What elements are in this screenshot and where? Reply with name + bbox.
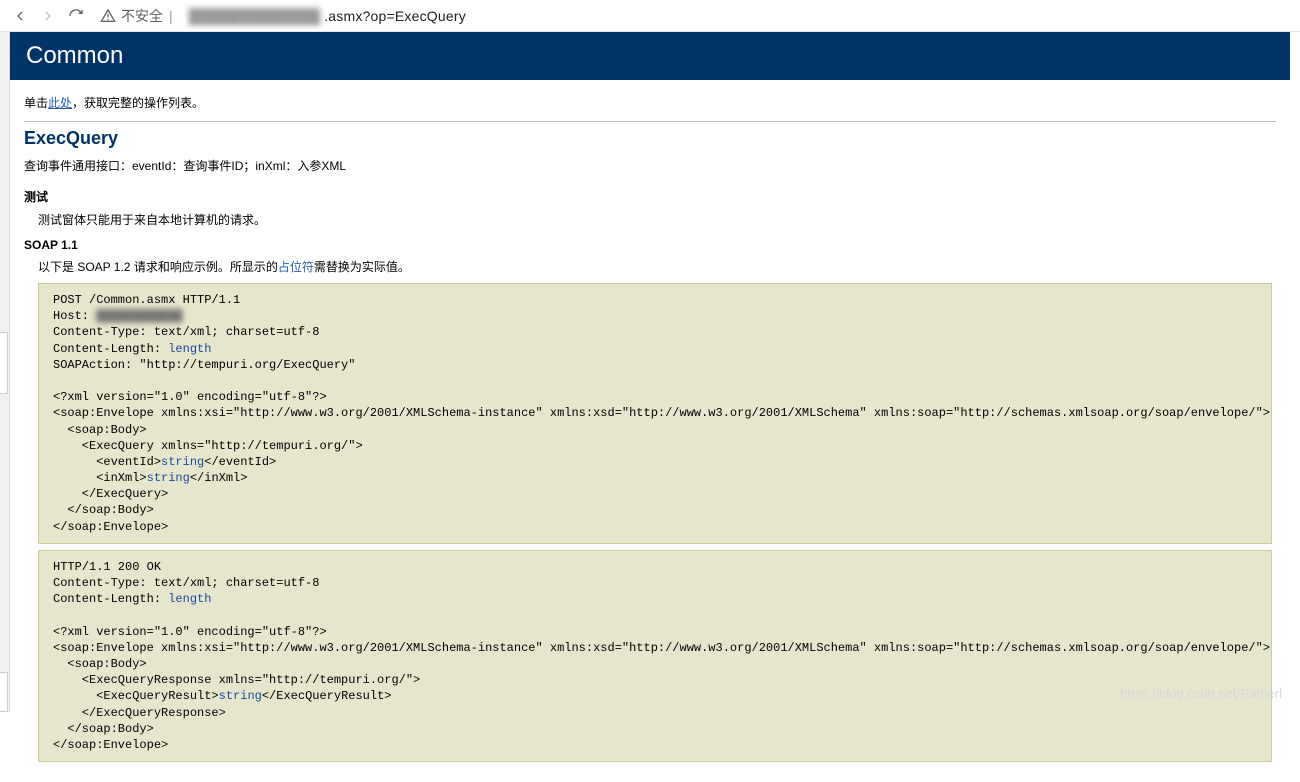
divider — [24, 121, 1276, 122]
address-bar[interactable]: 不安全 | █████████████.asmx?op=ExecQuery — [90, 6, 1294, 26]
warning-icon — [100, 8, 116, 24]
back-icon[interactable] — [6, 2, 34, 30]
soap-request-block: POST /Common.asmx HTTP/1.1 Host: ███████… — [38, 283, 1272, 544]
reload-icon[interactable] — [62, 2, 90, 30]
placeholder-word: 占位符 — [278, 260, 314, 274]
watermark-text: https://blog.csdn.net/Ratherl — [1120, 686, 1282, 701]
soap-intro: 以下是 SOAP 1.2 请求和响应示例。所显示的占位符需替换为实际值。 — [38, 258, 1276, 275]
page-body: Common 单击此处，获取完整的操作列表。 ExecQuery 查询事件通用接… — [10, 32, 1290, 782]
left-gutter — [0, 32, 10, 712]
url-text: █████████████.asmx?op=ExecQuery — [185, 8, 466, 24]
soap-response-block: HTTP/1.1 200 OK Content-Type: text/xml; … — [38, 550, 1272, 762]
forward-icon[interactable] — [34, 2, 62, 30]
soap11-heading: SOAP 1.1 — [24, 238, 1276, 252]
not-secure-warning: 不安全 — [100, 6, 163, 26]
operation-description: 查询事件通用接口：eventId：查询事件ID；inXml：入参XML — [24, 157, 1276, 174]
here-link[interactable]: 此处 — [48, 96, 72, 110]
page-content: 单击此处，获取完整的操作列表。 ExecQuery 查询事件通用接口：event… — [10, 80, 1290, 782]
page-title-banner: Common — [10, 32, 1290, 80]
test-local-only-msg: 测试窗体只能用于来自本地计算机的请求。 — [38, 211, 1276, 228]
service-name: Common — [26, 42, 123, 69]
test-heading: 测试 — [24, 188, 1276, 205]
browser-toolbar: 不安全 | █████████████.asmx?op=ExecQuery — [0, 0, 1300, 32]
operation-name: ExecQuery — [24, 128, 1276, 149]
security-label: 不安全 — [121, 6, 163, 26]
operation-list-hint: 单击此处，获取完整的操作列表。 — [24, 94, 1276, 111]
